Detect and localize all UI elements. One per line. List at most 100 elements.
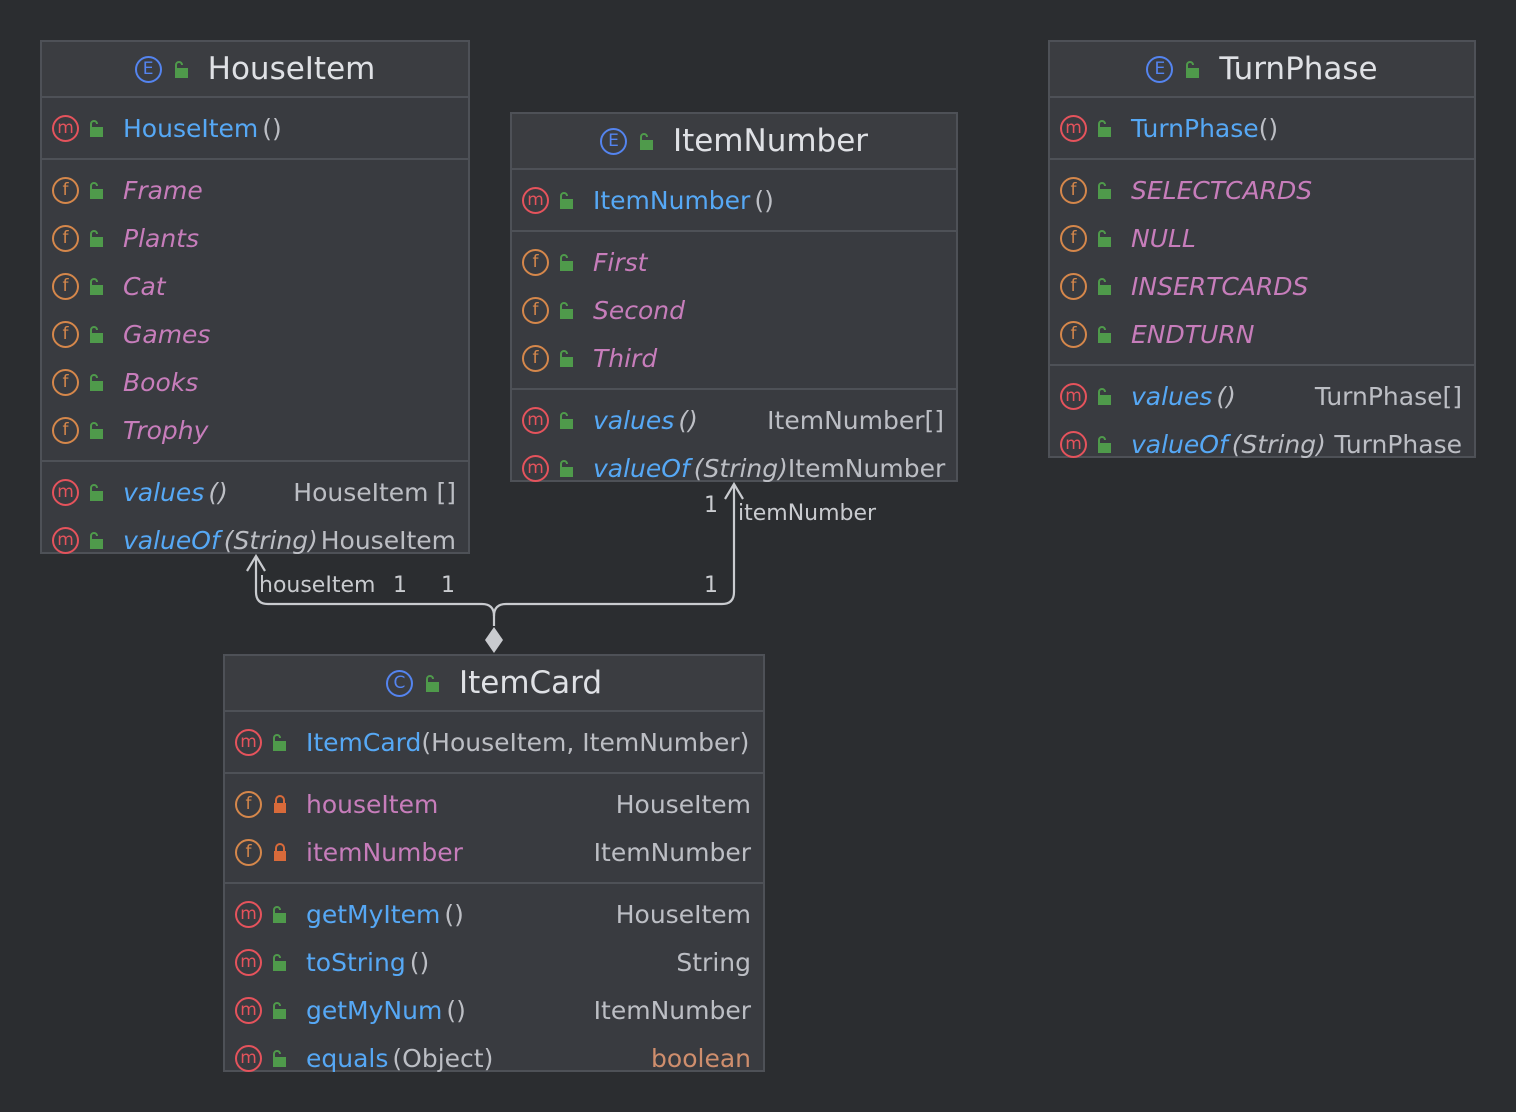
public-icon xyxy=(90,422,103,439)
field-name: Frame xyxy=(123,175,203,205)
node-itemcard[interactable]: C ItemCard m ItemCard (HouseItem, ItemNu… xyxy=(223,654,765,1073)
public-icon xyxy=(174,61,188,78)
method-row[interactable]: m values() HouseItem [] xyxy=(42,468,468,516)
constructor-name: ItemCard xyxy=(306,727,422,757)
methods-section: m values() HouseItem [] m valueOf (String) Ho… xyxy=(42,462,468,570)
method-row[interactable]: m valueOf (String) ItemNumber xyxy=(512,444,956,492)
field-row[interactable]: f houseItem HouseItem xyxy=(225,780,763,828)
field-name: INSERTCARDS xyxy=(1131,271,1309,301)
field-name: itemNumber xyxy=(306,837,463,867)
constructor-row[interactable]: m TurnPhase () xyxy=(1050,104,1474,152)
public-icon xyxy=(90,278,103,295)
public-icon xyxy=(90,230,103,247)
public-icon xyxy=(1186,61,1200,78)
field-icon: f xyxy=(235,838,262,866)
public-icon xyxy=(273,954,286,971)
field-row[interactable]: f First xyxy=(512,238,956,286)
node-title: HouseItem xyxy=(207,51,376,87)
public-icon xyxy=(1098,436,1111,453)
edge-role-itemnumber: itemNumber xyxy=(738,501,877,526)
method-row[interactable]: m values() TurnPhase[] xyxy=(1050,372,1474,420)
method-row[interactable]: m valueOf (String) TurnPhase xyxy=(1050,420,1474,468)
fields-section: f First f Second f Third xyxy=(512,232,956,390)
method-icon: m xyxy=(522,186,549,214)
field-icon: f xyxy=(522,248,549,276)
field-row[interactable]: f Cat xyxy=(42,262,468,310)
method-params: () xyxy=(446,995,466,1025)
constructor-row[interactable]: m ItemNumber () xyxy=(512,176,956,224)
field-row[interactable]: f Games xyxy=(42,310,468,358)
field-name: Games xyxy=(123,319,211,349)
method-icon: m xyxy=(52,526,79,554)
method-name: values xyxy=(123,477,205,507)
constructors-section: m TurnPhase () xyxy=(1050,98,1474,160)
enum-icon: E xyxy=(599,127,627,155)
method-type: String xyxy=(676,947,751,977)
public-icon xyxy=(1098,230,1111,247)
field-name: Plants xyxy=(123,223,200,253)
field-row[interactable]: f Trophy xyxy=(42,406,468,454)
method-type: HouseItem xyxy=(615,899,751,929)
method-name: valueOf xyxy=(593,453,690,483)
field-icon: f xyxy=(52,176,79,204)
public-icon xyxy=(90,532,103,549)
field-row[interactable]: f NULL xyxy=(1050,214,1474,262)
field-icon: f xyxy=(52,416,79,444)
field-icon: f xyxy=(1060,320,1087,348)
public-icon xyxy=(273,1050,286,1067)
method-type: TurnPhase xyxy=(1334,429,1462,459)
node-itemnumber[interactable]: E ItemNumber m ItemNumber () f First f Sec… xyxy=(510,112,958,483)
field-type: HouseItem xyxy=(615,789,751,819)
edge-mult-houseitem-source: 1 xyxy=(441,573,455,598)
field-row[interactable]: f ENDTURN xyxy=(1050,310,1474,358)
method-params: () xyxy=(444,899,464,929)
method-row[interactable]: m equals (Object) boolean xyxy=(225,1034,763,1082)
method-row[interactable]: m valueOf (String) HouseItem xyxy=(42,516,468,564)
method-row[interactable]: m getMyItem() HouseItem xyxy=(225,890,763,938)
method-type: TurnPhase[] xyxy=(1314,381,1462,411)
public-icon xyxy=(639,133,653,150)
method-params: (Object) xyxy=(392,1043,494,1073)
method-icon: m xyxy=(52,114,79,142)
method-params: (String) xyxy=(1231,429,1326,459)
node-title: TurnPhase xyxy=(1219,51,1378,87)
constructor-row[interactable]: m ItemCard (HouseItem, ItemNumber) xyxy=(225,718,763,766)
field-row[interactable]: f Plants xyxy=(42,214,468,262)
method-type: ItemNumber xyxy=(787,453,946,483)
field-row[interactable]: f Books xyxy=(42,358,468,406)
field-icon: f xyxy=(1060,224,1087,252)
constructor-params: (HouseItem, ItemNumber) xyxy=(421,727,750,757)
node-houseitem[interactable]: E HouseItem m HouseItem () f Frame f Plant… xyxy=(40,40,470,555)
method-type: ItemNumber xyxy=(593,995,751,1025)
constructor-row[interactable]: m HouseItem () xyxy=(42,104,468,152)
method-row[interactable]: m toString() String xyxy=(225,938,763,986)
public-icon xyxy=(560,192,573,209)
method-row[interactable]: m getMyNum() ItemNumber xyxy=(225,986,763,1034)
field-name: Trophy xyxy=(123,415,209,445)
edge-role-houseitem: houseItem xyxy=(259,573,376,598)
method-row[interactable]: m values() ItemNumber[] xyxy=(512,396,956,444)
field-type: ItemNumber xyxy=(593,837,751,867)
constructor-params: () xyxy=(262,113,282,143)
constructor-name: HouseItem xyxy=(123,113,259,143)
field-row[interactable]: f SELECTCARDS xyxy=(1050,166,1474,214)
constructor-params: () xyxy=(1258,113,1279,143)
field-row[interactable]: f itemNumber ItemNumber xyxy=(225,828,763,876)
field-name: Second xyxy=(593,295,686,325)
field-row[interactable]: f INSERTCARDS xyxy=(1050,262,1474,310)
field-row[interactable]: f Third xyxy=(512,334,956,382)
method-type: HouseItem xyxy=(320,525,456,555)
method-params: () xyxy=(208,477,228,507)
public-icon xyxy=(560,350,573,367)
method-icon: m xyxy=(1060,114,1087,142)
field-icon: f xyxy=(522,344,549,372)
field-row[interactable]: f Second xyxy=(512,286,956,334)
field-icon: f xyxy=(1060,176,1087,204)
public-icon xyxy=(1098,326,1111,343)
field-name: NULL xyxy=(1131,223,1196,253)
node-turnphase[interactable]: E TurnPhase m TurnPhase () f SELECTCARDS … xyxy=(1048,40,1476,459)
field-row[interactable]: f Frame xyxy=(42,166,468,214)
method-type: ItemNumber[] xyxy=(767,405,944,435)
node-title: ItemCard xyxy=(458,665,603,701)
enum-icon: E xyxy=(134,55,162,83)
